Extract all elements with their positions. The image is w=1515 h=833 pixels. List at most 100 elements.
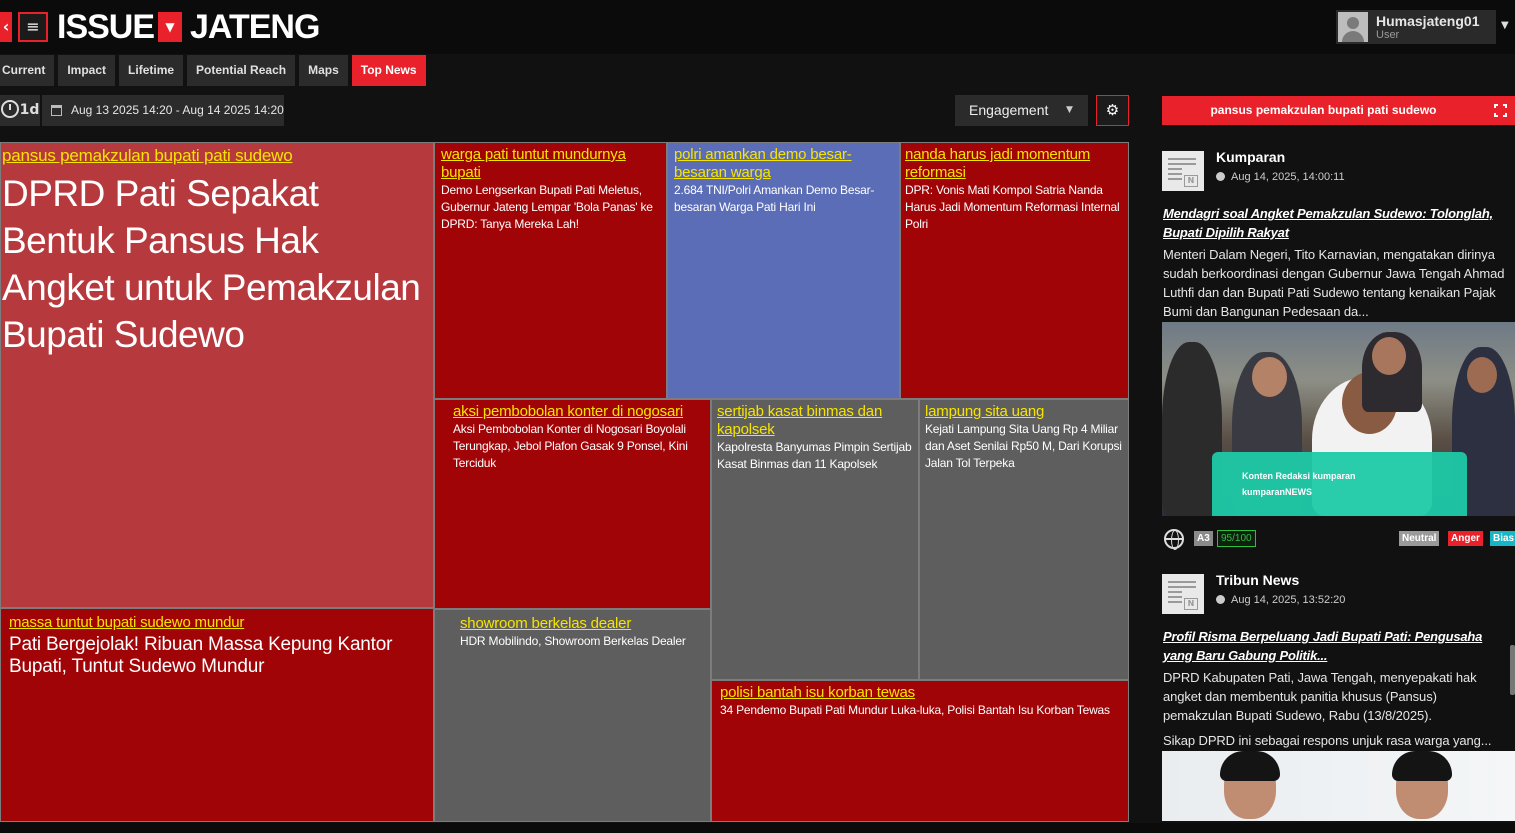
cell-headline: Pati Bergejolak! Ribuan Massa Kepung Kan… xyxy=(9,634,393,677)
image-caption-line: kumparanNEWS xyxy=(1242,487,1313,497)
cell-keyword[interactable]: polri amankan demo besar-besaran warga xyxy=(674,146,893,182)
article-time: Aug 14, 2025, 14:00:11 xyxy=(1216,170,1345,184)
score-badge: 95/100 xyxy=(1217,530,1256,547)
article-time-text: Aug 14, 2025, 13:52:20 xyxy=(1231,594,1346,606)
article-meta: A3 95/100 Neutral Anger Bias xyxy=(1162,528,1515,550)
treemap-cell[interactable]: sertijab kasat binmas dan kapolsek Kapol… xyxy=(711,399,919,680)
logo-caret-down-icon[interactable]: ▼ xyxy=(158,12,182,42)
date-range-picker[interactable]: Aug 13 2025 14:20 - Aug 14 2025 14:20 xyxy=(42,95,284,126)
article-image[interactable] xyxy=(1162,751,1515,821)
article-card[interactable]: N Kumparan Aug 14, 2025, 14:00:11 Mendag… xyxy=(1162,148,1515,323)
user-menu[interactable]: Humasjateng01 User xyxy=(1336,10,1496,44)
document-icon: N xyxy=(1162,574,1204,614)
cell-headline: Demo Lengserkan Bupati Pati Meletus, Gub… xyxy=(441,183,653,231)
article-time-text: Aug 14, 2025, 14:00:11 xyxy=(1231,171,1345,183)
article-body-line: angket dan membentuk panitia khusus (Pan… xyxy=(1163,689,1437,704)
app: ‹ ≡ ISSUE ▼ JATENG Humasjateng01 User ▼ … xyxy=(0,0,1515,833)
article-body-line: Luthfi dan dan Bupati Pati Sudewo tentan… xyxy=(1163,285,1496,300)
bias-badge: Bias xyxy=(1490,531,1515,546)
cell-headline: 2.684 TNI/Polri Amankan Demo Besar-besar… xyxy=(674,183,875,214)
tab-maps[interactable]: Maps xyxy=(299,55,348,86)
article-image[interactable]: Konten Redaksi kumparan kumparanNEWS xyxy=(1162,322,1515,516)
sort-metric-select[interactable]: Engagement ▼ xyxy=(955,95,1088,126)
article-body: Menteri Dalam Negeri, Tito Karnavian, me… xyxy=(1163,245,1515,321)
treemap-cell[interactable]: showroom berkelas dealer HDR Mobilindo, … xyxy=(434,609,711,822)
sentiment-badge: Neutral xyxy=(1399,531,1440,546)
article-body: DPRD Kabupaten Pati, Jawa Tengah, menyep… xyxy=(1163,668,1515,750)
cell-keyword[interactable]: polisi bantah isu korban tewas xyxy=(720,684,1122,702)
article-body-line: DPRD Kabupaten Pati, Jawa Tengah, menyep… xyxy=(1163,670,1477,685)
article-body-line: Bumi dan Bangunan Pedesaan da... xyxy=(1163,304,1369,319)
article-body-line: Menteri Dalam Negeri, Tito Karnavian, me… xyxy=(1163,247,1495,262)
cell-headline: Aksi Pembobolan Konter di Nogosari Boyol… xyxy=(453,422,688,470)
panel-title-bar: pansus pemakzulan bupati pati sudewo xyxy=(1162,96,1515,125)
user-role: User xyxy=(1376,29,1400,41)
emotion-badge: Anger xyxy=(1448,531,1483,546)
cell-keyword[interactable]: lampung sita uang xyxy=(925,403,1122,421)
logo-jateng: JATENG xyxy=(190,8,320,46)
logo-issue: ISSUE xyxy=(57,8,155,46)
clock-icon xyxy=(1216,595,1225,604)
cell-headline: 34 Pendemo Bupati Pati Mundur Luka-luka,… xyxy=(720,703,1110,717)
cell-keyword[interactable]: aksi pembobolan konter di nogosari xyxy=(453,403,704,421)
article-card[interactable]: N Tribun News Aug 14, 2025, 13:52:20 Pro… xyxy=(1162,571,1515,751)
treemap-cell[interactable]: polisi bantah isu korban tewas 34 Pendem… xyxy=(711,680,1129,822)
date-range-text: Aug 13 2025 14:20 - Aug 14 2025 14:20 xyxy=(71,103,284,117)
article-time: Aug 14, 2025, 13:52:20 xyxy=(1216,593,1345,607)
back-arrow-icon[interactable]: ‹ xyxy=(0,12,12,42)
article-title-line2[interactable]: yang Baru Gabung Politik... xyxy=(1163,646,1328,665)
calendar-icon xyxy=(51,105,62,116)
image-caption-line: Konten Redaksi kumparan xyxy=(1242,471,1356,481)
settings-gear-button[interactable]: ⚙ xyxy=(1096,95,1129,126)
cell-headline: DPR: Vonis Mati Kompol Satria Nanda Haru… xyxy=(905,183,1120,231)
cell-headline: Kejati Lampung Sita Uang Rp 4 Miliar dan… xyxy=(925,422,1122,470)
article-source: Kumparan xyxy=(1216,149,1286,165)
user-caret-down-icon[interactable]: ▼ xyxy=(1501,20,1509,32)
article-body-line: Sikap DPRD ini sebagai respons unjuk ras… xyxy=(1163,733,1492,748)
cell-headline: DPRD Pati Sepakat Bentuk Pansus Hak Angk… xyxy=(2,173,421,355)
cell-keyword[interactable]: sertijab kasat binmas dan kapolsek xyxy=(717,403,912,439)
expand-icon[interactable] xyxy=(1494,104,1507,117)
treemap-cell[interactable]: nanda harus jadi momentum reformasi DPR:… xyxy=(900,142,1129,399)
treemap-cell[interactable]: polri amankan demo besar-besaran warga 2… xyxy=(667,142,900,399)
top-header: ‹ ≡ ISSUE ▼ JATENG Humasjateng01 User ▼ xyxy=(0,0,1515,54)
image-caption: Konten Redaksi kumparan kumparanNEWS xyxy=(1242,468,1356,500)
article-title[interactable]: Profil Risma Berpeluang Jadi Bupati Pati… xyxy=(1163,627,1482,646)
clock-icon xyxy=(1216,172,1225,181)
treemap-cell[interactable]: lampung sita uang Kejati Lampung Sita Ua… xyxy=(919,399,1129,680)
nav-tabs: Current Impact Lifetime Potential Reach … xyxy=(0,55,426,86)
treemap-cell[interactable]: aksi pembobolan konter di nogosari Aksi … xyxy=(434,399,711,609)
caret-down-icon: ▼ xyxy=(1066,105,1073,115)
tab-potential-reach[interactable]: Potential Reach xyxy=(187,55,296,86)
article-body-line: pemakzulan Bupati Sudewo, Rabu (13/8/202… xyxy=(1163,708,1432,723)
user-avatar-icon xyxy=(1338,12,1368,42)
article-title-line2[interactable]: Bupati Dipilih Rakyat xyxy=(1163,223,1289,242)
news-treemap: pansus pemakzulan bupati pati sudewo DPR… xyxy=(0,142,1130,822)
treemap-cell[interactable]: massa tuntut bupati sudewo mundur Pati B… xyxy=(0,608,434,822)
cell-keyword[interactable]: nanda harus jadi momentum reformasi xyxy=(905,146,1122,182)
bottom-strip xyxy=(0,823,1515,833)
panel-title: pansus pemakzulan bupati pati sudewo xyxy=(1210,103,1437,117)
globe-icon[interactable] xyxy=(1164,529,1184,550)
cell-keyword[interactable]: massa tuntut bupati sudewo mundur xyxy=(9,614,427,632)
tab-impact[interactable]: Impact xyxy=(58,55,116,86)
cell-headline: Kapolresta Banyumas Pimpin Sertijab Kasa… xyxy=(717,440,912,471)
clock-icon xyxy=(0,100,19,118)
period-selector[interactable]: 1d xyxy=(0,95,40,126)
treemap-cell[interactable]: pansus pemakzulan bupati pati sudewo DPR… xyxy=(0,142,434,608)
sort-metric-value: Engagement xyxy=(969,102,1049,118)
article-body-line: sudah berkoordinasi dengan Gubernur Jawa… xyxy=(1163,266,1505,281)
tab-lifetime[interactable]: Lifetime xyxy=(119,55,184,86)
cell-keyword[interactable]: warga pati tuntut mundurnya bupati xyxy=(441,146,660,182)
tab-top-news[interactable]: Top News xyxy=(351,55,426,86)
article-title[interactable]: Mendagri soal Angket Pemakzulan Sudewo: … xyxy=(1163,204,1493,223)
article-source: Tribun News xyxy=(1216,572,1300,588)
hamburger-menu-button[interactable]: ≡ xyxy=(18,12,48,42)
panel-scrollbar[interactable] xyxy=(1510,645,1515,695)
user-name: Humasjateng01 xyxy=(1376,13,1480,29)
cell-keyword[interactable]: pansus pemakzulan bupati pati sudewo xyxy=(2,146,427,166)
cell-keyword[interactable]: showroom berkelas dealer xyxy=(460,615,704,633)
treemap-cell[interactable]: warga pati tuntut mundurnya bupati Demo … xyxy=(434,142,667,399)
period-label: 1d xyxy=(19,102,40,118)
tab-current[interactable]: Current xyxy=(0,55,55,86)
